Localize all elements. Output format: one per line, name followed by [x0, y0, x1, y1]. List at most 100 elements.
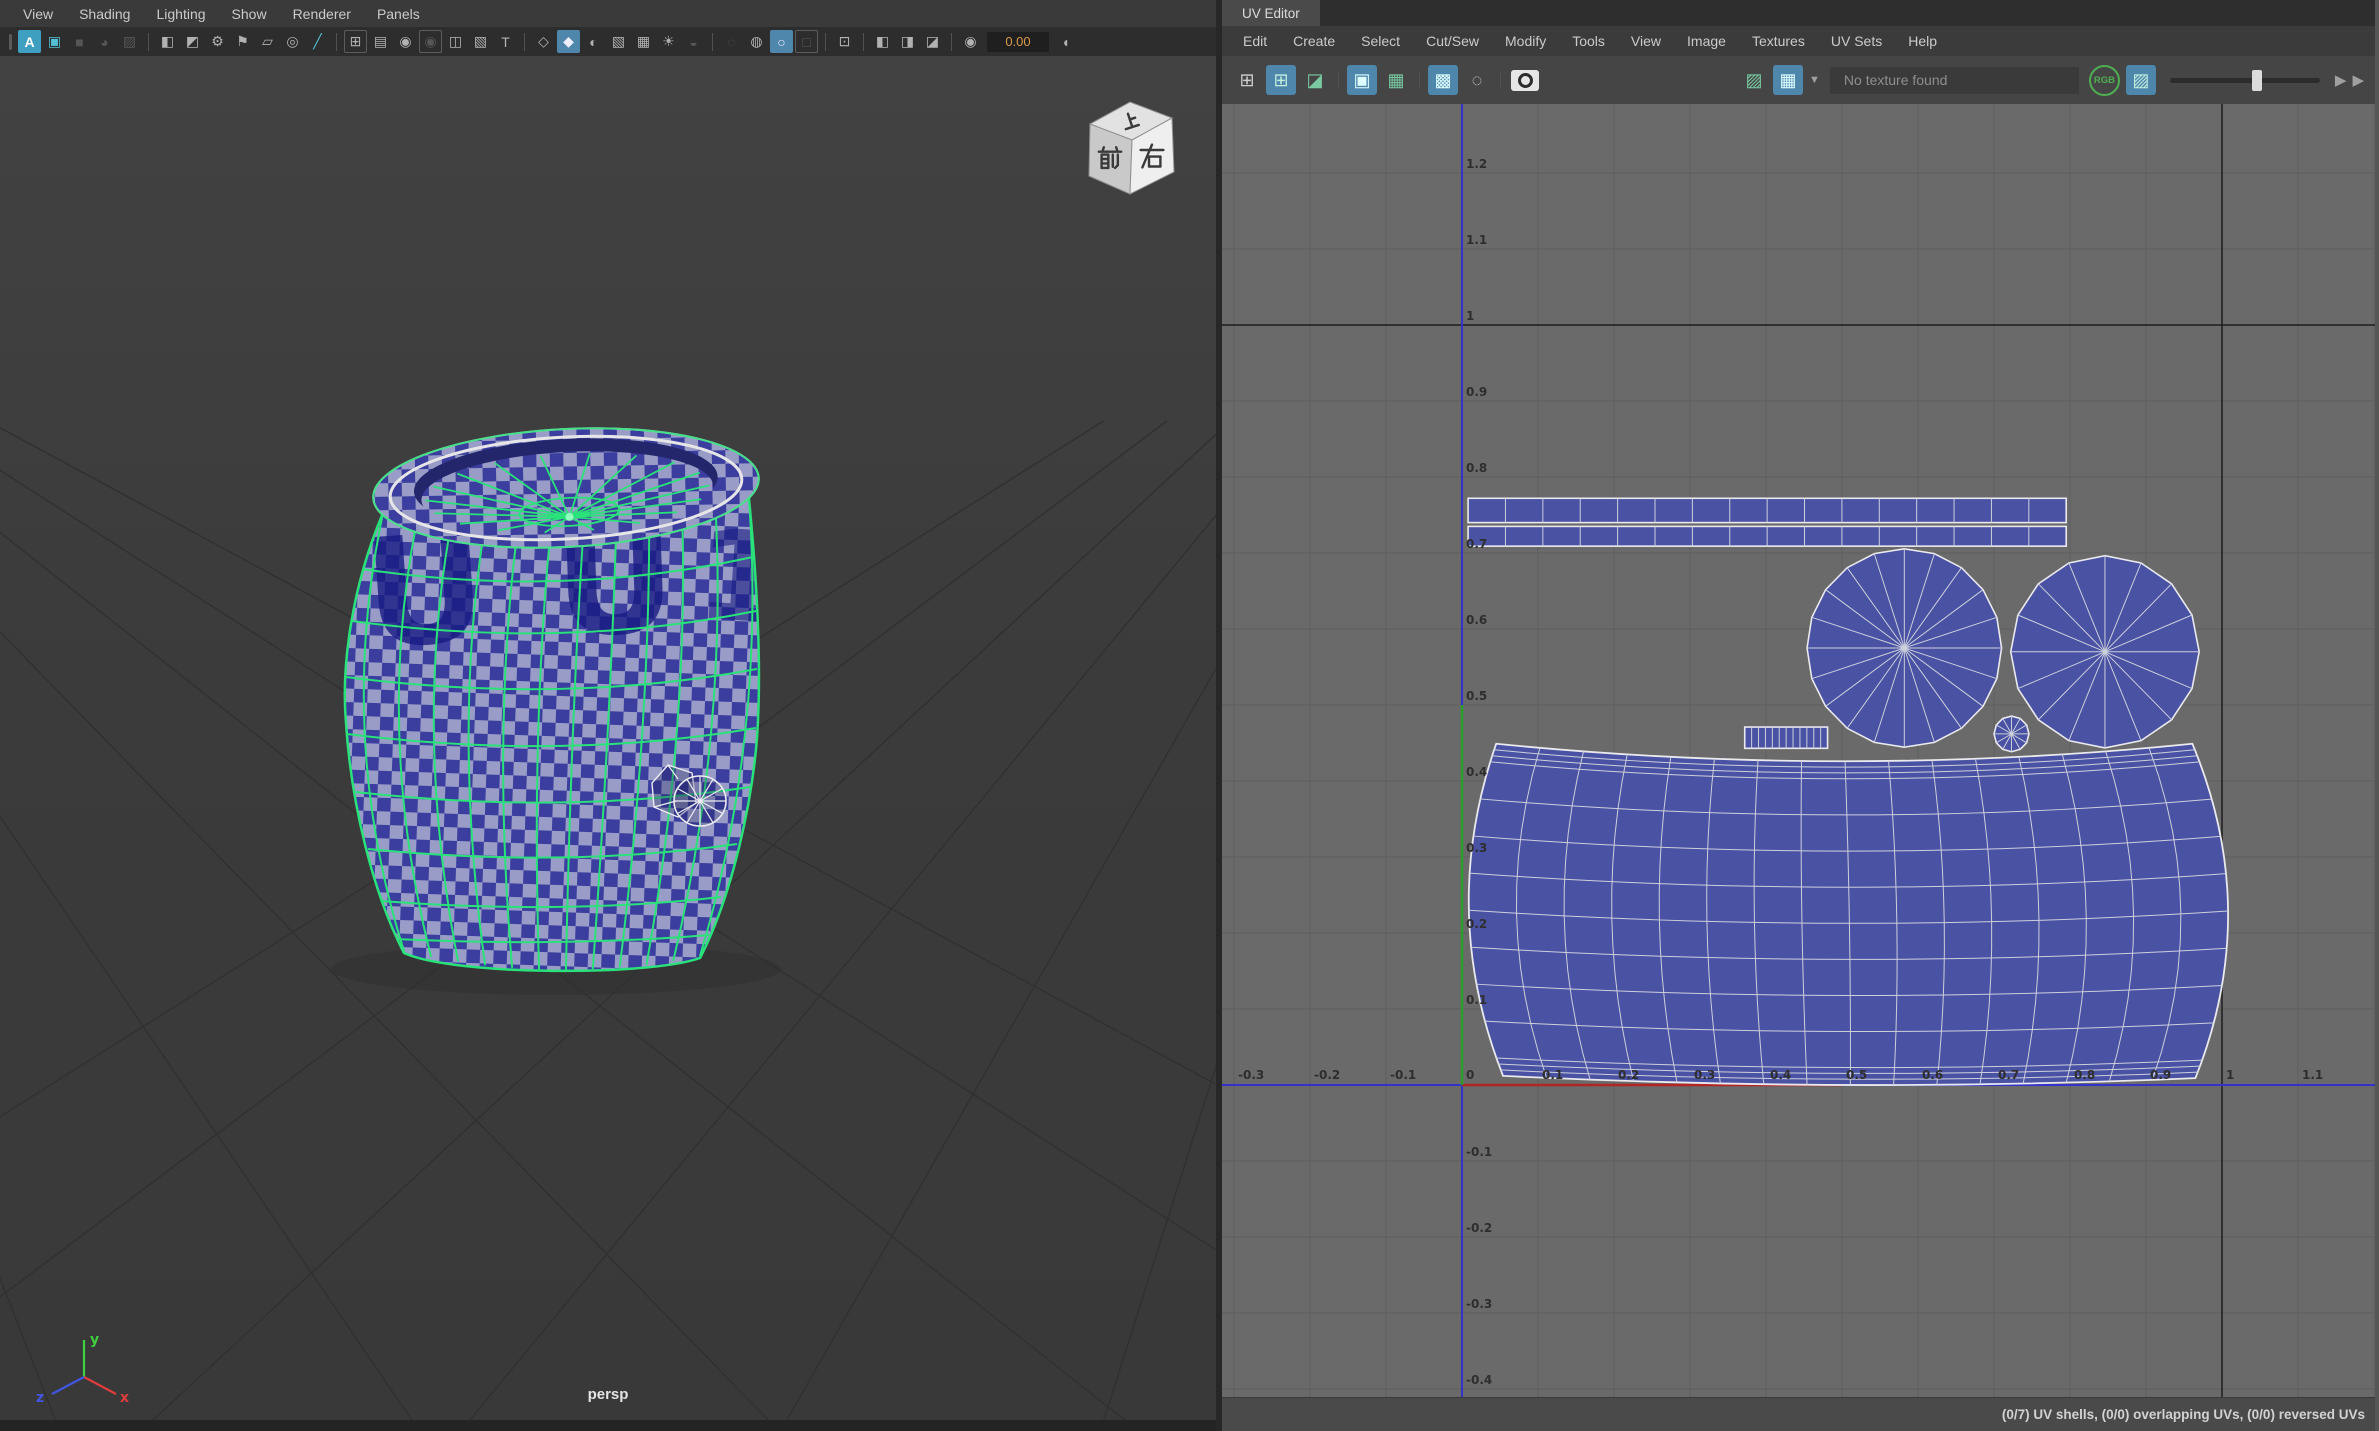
resolution-gate-icon[interactable]: ◉ — [394, 30, 417, 53]
menu-renderer[interactable]: Renderer — [280, 6, 364, 22]
pixel-grid-icon[interactable]: ▩ — [1428, 65, 1458, 95]
uv-menu-help[interactable]: Help — [1895, 33, 1950, 49]
menu-lighting[interactable]: Lighting — [143, 6, 218, 22]
pencil-icon[interactable]: ╱ — [306, 30, 329, 53]
uv-grid-and-shells: -0.3-0.2-0.100.10.20.30.40.50.60.70.80.9… — [1222, 104, 2375, 1397]
paint-tool-icon[interactable]: ◕ — [93, 30, 116, 53]
svg-text:-0.2: -0.2 — [1466, 1221, 1492, 1235]
uv-shell-barrel-bottom-disc — [2011, 556, 2199, 748]
uv-menu-select[interactable]: Select — [1348, 33, 1413, 49]
camera-lock-icon[interactable]: ◩ — [181, 30, 204, 53]
lighting-icon[interactable]: ☀ — [657, 30, 680, 53]
uv-menu-edit[interactable]: Edit — [1230, 33, 1280, 49]
frame-icon[interactable]: ▣ — [43, 30, 66, 53]
uv-menu-image[interactable]: Image — [1674, 33, 1739, 49]
uv-menu-view[interactable]: View — [1618, 33, 1674, 49]
fog-icon[interactable]: ◌ — [720, 30, 743, 53]
uv-editor-tab[interactable]: UV Editor — [1222, 0, 1320, 26]
image-plane-icon[interactable]: ▱ — [256, 30, 279, 53]
film-gate-icon[interactable]: ▤ — [369, 30, 392, 53]
grid-display-icon[interactable]: ⊞ — [344, 30, 367, 53]
panel-bottom-bar — [0, 1420, 1216, 1431]
layer-b-icon[interactable]: ◨ — [896, 30, 919, 53]
bookmark-icon[interactable]: ⚑ — [231, 30, 254, 53]
rgb-channel-icon[interactable]: RGB — [2089, 65, 2120, 96]
gate-mask-icon[interactable]: ◉ — [419, 30, 442, 53]
uv-menu-textures[interactable]: Textures — [1739, 33, 1818, 49]
texture-display-icon[interactable]: ▨ — [2126, 65, 2156, 95]
image-output-icon[interactable]: ◪ — [921, 30, 944, 53]
exposure-value-field[interactable]: 0.00 — [987, 32, 1049, 52]
tile-grid-icon[interactable]: ▦ — [1381, 65, 1411, 95]
scene-3d-barrel: UUJ1 — [0, 56, 1216, 1420]
uv-shell-spigot-cap-disc — [1994, 716, 2029, 752]
svg-text:0.6: 0.6 — [1466, 613, 1487, 627]
shaded-mode-icon[interactable]: ◆ — [557, 30, 580, 53]
layer-a-icon[interactable]: ◧ — [871, 30, 894, 53]
texture-dropdown-caret-icon[interactable]: ▼ — [1809, 74, 1820, 86]
wire-on-shaded-icon[interactable]: ○ — [770, 30, 793, 53]
texture-name-field[interactable]: No texture found — [1830, 67, 2079, 94]
menu-show[interactable]: Show — [219, 6, 280, 22]
xray-icon[interactable]: ◍ — [745, 30, 768, 53]
svg-text:0.4: 0.4 — [1770, 1068, 1791, 1082]
toolbar-separator — [148, 33, 149, 51]
uv-status-bar: (0/7) UV shells, (0/0) overlapping UVs, … — [1222, 1397, 2375, 1431]
shadows-icon[interactable]: ▦ — [632, 30, 655, 53]
axis-gizmo: yxz — [14, 1330, 144, 1425]
viewport-3d[interactable]: UUJ1 — [0, 56, 1216, 1420]
menu-view[interactable]: View — [10, 6, 66, 22]
tile-border-icon[interactable]: ▣ — [1347, 65, 1377, 95]
uv-menu-cut-sew[interactable]: Cut/Sew — [1413, 33, 1492, 49]
uv-menu-uv-sets[interactable]: UV Sets — [1818, 33, 1895, 49]
uv-distortion-icon[interactable]: ⊞ — [1232, 65, 1262, 95]
svg-text:0.6: 0.6 — [1922, 1068, 1943, 1082]
snap-icon[interactable]: ◎ — [281, 30, 304, 53]
wireframe-mode-icon[interactable]: ◇ — [532, 30, 555, 53]
all-lights-icon[interactable]: ▧ — [607, 30, 630, 53]
toolbar-grip[interactable] — [9, 34, 12, 50]
uv-editor-menubar: EditCreateSelectCut/SewModifyToolsViewIm… — [1222, 26, 2375, 56]
safe-action-icon[interactable]: ▧ — [469, 30, 492, 53]
shaded-shell-icon[interactable]: ◌ — [1462, 65, 1492, 95]
svg-text:0.4: 0.4 — [1466, 765, 1487, 779]
uv-menu-modify[interactable]: Modify — [1492, 33, 1559, 49]
textured-mode-icon[interactable]: ◐ — [582, 30, 605, 53]
menu-panels[interactable]: Panels — [364, 6, 433, 22]
toolbar-expand-icon-2[interactable]: ▶ — [2352, 71, 2364, 89]
uv-unfold-icon[interactable]: ◪ — [1300, 65, 1330, 95]
uv-shell-barrel-side-sheet — [1469, 744, 2228, 1085]
exposure-icon[interactable]: ◉ — [959, 30, 982, 53]
isolate-select-icon[interactable]: ⊡ — [833, 30, 856, 53]
lasso-tool-icon[interactable]: ■ — [68, 30, 91, 53]
svg-text:1.2: 1.2 — [1466, 157, 1487, 171]
menu-shading[interactable]: Shading — [66, 6, 143, 22]
toolbar-expand-icon[interactable]: ▶ — [2335, 71, 2347, 89]
slider-handle[interactable] — [2252, 70, 2262, 91]
camera-icon[interactable]: ◧ — [156, 30, 179, 53]
safe-title-icon[interactable]: T — [494, 30, 517, 53]
svg-text:0: 0 — [1466, 1068, 1474, 1082]
svg-text:0.5: 0.5 — [1466, 689, 1487, 703]
uv-snapshot-icon[interactable] — [1511, 70, 1539, 91]
clipped-icon[interactable]: ◖ — [1054, 30, 1077, 53]
uv-canvas[interactable]: -0.3-0.2-0.100.10.20.30.40.50.60.70.80.9… — [1222, 104, 2375, 1397]
motion-blur-icon[interactable]: ◒ — [682, 30, 705, 53]
texture-image-icon[interactable]: ▨ — [1739, 65, 1769, 95]
default-material-icon[interactable]: □ — [795, 30, 818, 53]
field-chart-icon[interactable]: ◫ — [444, 30, 467, 53]
camera-settings-icon[interactable]: ⚙ — [206, 30, 229, 53]
uv-menu-tools[interactable]: Tools — [1559, 33, 1618, 49]
texture-dim-slider[interactable] — [2170, 78, 2320, 83]
svg-text:-0.2: -0.2 — [1314, 1068, 1340, 1082]
toolbar-separator — [951, 33, 952, 51]
uv-shell-tiles-icon[interactable]: ⊞ — [1266, 65, 1296, 95]
view-cube[interactable] — [1068, 88, 1188, 210]
checker-texture-icon[interactable]: ▦ — [1773, 65, 1803, 95]
select-tool-icon[interactable]: A — [18, 30, 41, 53]
uv-menu-create[interactable]: Create — [1280, 33, 1348, 49]
render-view-icon[interactable]: ▨ — [118, 30, 141, 53]
svg-text:1: 1 — [1466, 309, 1474, 323]
svg-text:-0.3: -0.3 — [1238, 1068, 1264, 1082]
svg-text:-0.4: -0.4 — [1466, 1373, 1492, 1387]
